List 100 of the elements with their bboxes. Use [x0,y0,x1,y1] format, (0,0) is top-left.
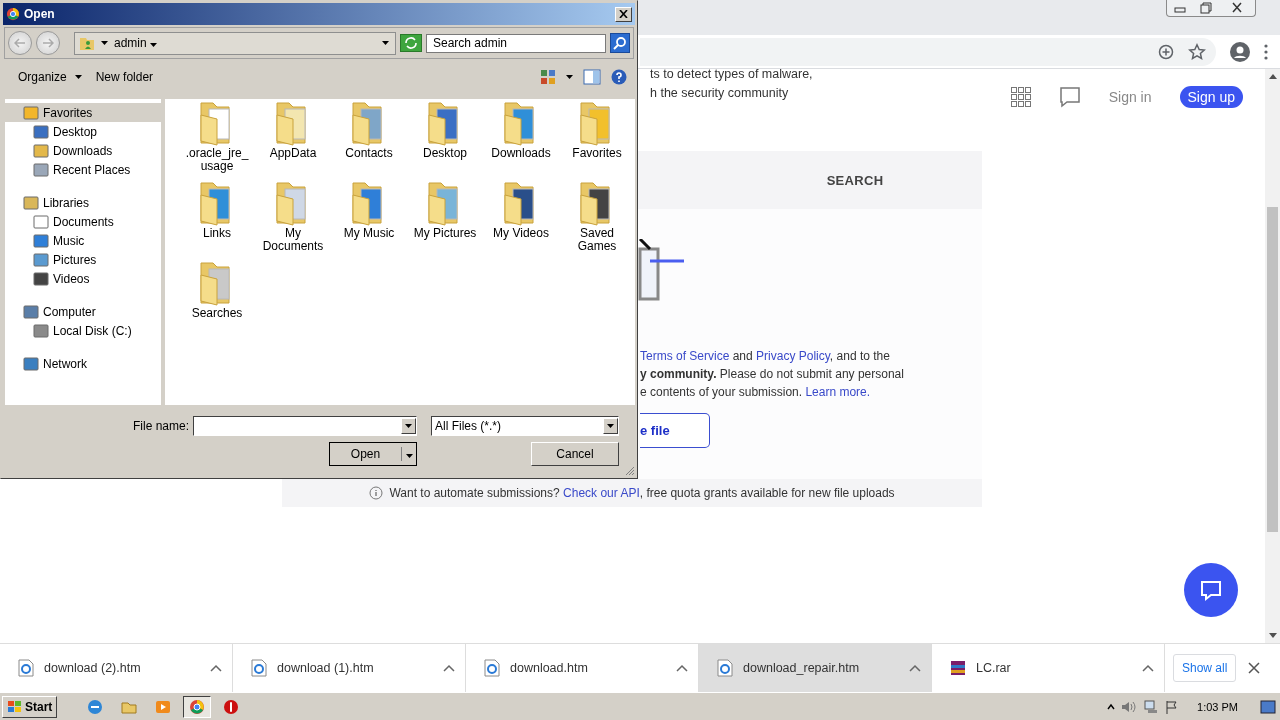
group-icon [23,194,39,211]
forward-arrow-icon [42,37,54,48]
nav-item[interactable]: Favorites [5,103,161,122]
help-icon[interactable] [611,69,627,85]
folder-item[interactable]: My Music [331,179,407,259]
folder-item[interactable]: My Videos [483,179,559,259]
scroll-up-icon[interactable] [1268,73,1277,79]
show-all-button[interactable]: Show all [1173,654,1237,682]
api-link[interactable]: Check our API [563,486,640,500]
window-title: Open [24,7,56,21]
caret-icon [101,41,108,45]
terms-link[interactable]: Terms of Service [640,349,730,363]
folder-item[interactable]: Links [179,179,255,259]
chevron-up-icon[interactable] [1142,664,1154,672]
close-icon[interactable] [1248,662,1261,674]
folder-item[interactable]: Saved Games [559,179,635,259]
menu-icon[interactable] [1264,43,1268,60]
folder-item[interactable]: My Documents [255,179,331,259]
open-button[interactable]: Open [329,442,417,466]
view-options-icon[interactable] [540,69,556,85]
nav-item[interactable]: Computer [5,302,161,321]
nav-item[interactable]: Network [5,354,161,373]
chevron-up-icon[interactable] [676,664,688,672]
comment-icon[interactable] [1058,86,1081,108]
nav-item[interactable]: Desktop [5,122,161,141]
choose-file-button[interactable]: e file [640,413,710,448]
terms-link[interactable]: Learn more. [805,385,871,399]
nav-item[interactable]: Recent Places [5,160,161,179]
apps-grid-icon[interactable] [1010,87,1031,107]
caret-icon [607,424,614,428]
close-button[interactable] [615,6,632,22]
search-button[interactable] [610,33,630,53]
folder-item[interactable]: Contacts [331,99,407,179]
group-icon [23,355,39,372]
file-name-field[interactable] [193,416,417,436]
chat-button[interactable] [1184,563,1238,617]
chevron-up-icon[interactable] [1107,702,1116,711]
terms-link[interactable]: Privacy Policy [756,349,830,363]
place-icon [33,213,49,230]
terms-paragraph: Terms of Service and Privacy Policy, and to the y community. Please do not submit any personal e contents of your submission. Learn more. [640,348,905,401]
network-icon[interactable] [1143,699,1160,714]
nav-item[interactable]: Libraries [5,193,161,212]
folder-item[interactable]: Favorites [559,99,635,179]
show-desktop-icon[interactable] [1260,699,1276,714]
chevron-up-icon[interactable] [210,664,222,672]
nav-item[interactable]: Downloads [5,141,161,160]
add-icon[interactable] [1158,43,1174,60]
preview-pane-icon[interactable] [583,69,601,85]
caret-icon [405,424,412,428]
search-field[interactable]: Search admin [426,33,606,53]
download-filename: download (1).htm [277,661,375,675]
chat-icon [1199,578,1223,602]
nav-item[interactable]: Documents [5,212,161,231]
folder-item[interactable]: Desktop [407,99,483,179]
download-filename: download_repair.htm [743,661,861,675]
cancel-button[interactable]: Cancel [531,442,619,466]
download-filename: LC.rar [976,661,1012,675]
place-icon [33,270,49,287]
close-icon [619,10,628,18]
sign-in-link[interactable]: Sign in [1108,89,1152,105]
organize-menu[interactable]: Organize [16,68,84,86]
file-type-dropdown[interactable]: All Files (*.*) [431,416,619,436]
folder-item[interactable]: .oracle_jre_usage [179,99,255,179]
location-crumb[interactable]: admin [114,36,376,50]
intro-text: h the security community [650,85,790,102]
profile-icon[interactable] [1230,41,1250,62]
folder-item[interactable]: Searches [179,259,255,339]
nav-item[interactable]: Local Disk (C:) [5,321,161,340]
flag-icon[interactable] [1165,699,1180,714]
app-icon [223,698,240,715]
nav-item[interactable]: Music [5,231,161,250]
resize-grip-icon[interactable] [625,466,635,476]
start-button[interactable]: Start [2,695,58,718]
new-folder-button[interactable]: New folder [93,68,156,86]
download-filename: download.htm [510,661,589,675]
download-filename: download (2).htm [44,661,142,675]
place-icon [33,322,49,339]
refresh-button[interactable] [400,34,422,52]
sign-up-button[interactable]: Sign up [1179,86,1243,108]
download-item[interactable]: download_repair.htm [699,644,932,692]
info-icon [369,486,384,500]
taskbar-app-button[interactable] [183,695,212,718]
speaker-icon[interactable] [1121,699,1138,714]
chevron-up-icon[interactable] [443,664,455,672]
nav-item[interactable]: Pictures [5,250,161,269]
caret-icon [566,75,573,79]
folder-item[interactable]: Downloads [483,99,559,179]
web-file-icon [18,659,34,677]
location-bar[interactable]: admin [74,31,396,55]
clock-text: 1:03 PM [1197,700,1238,713]
search-tab[interactable]: SEARCH [826,172,884,188]
folder-item[interactable]: AppData [255,99,331,179]
star-icon[interactable] [1188,42,1206,61]
web-file-icon [251,659,267,677]
app-icon [189,698,206,715]
scrollbar[interactable] [1265,69,1280,643]
folder-item[interactable]: My Pictures [407,179,483,259]
group-icon [23,104,39,121]
nav-item[interactable]: Videos [5,269,161,288]
scroll-down-icon[interactable] [1268,633,1277,639]
